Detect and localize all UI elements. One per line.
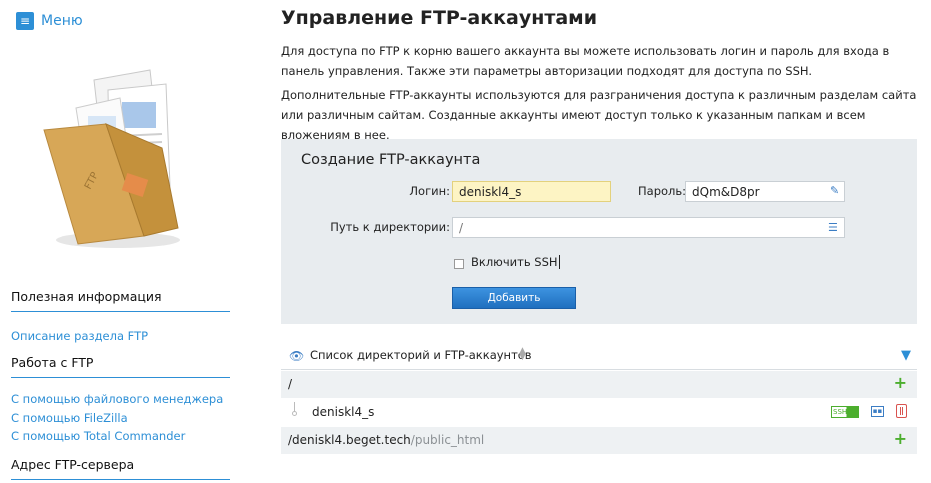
section-heading: Работа с FTP [11,355,230,378]
directory-path-main: /deniskl4.beget.tech [288,433,411,447]
directory-path: /deniskl4.beget.tech/public_html [288,433,484,447]
create-panel-title: Создание FTP-аккаунта [301,152,481,168]
link-total-commander[interactable]: С помощью Total Commander [11,427,230,446]
ssh-checkbox[interactable] [454,259,464,269]
path-label: Путь к директории: [330,220,450,234]
ssh-checkbox-label: Включить SSH [471,255,560,269]
link-ftp-description[interactable]: Описание раздела FTP [11,327,230,346]
password-input[interactable] [685,181,845,202]
section-heading: Полезная информация [11,289,230,312]
create-account-panel: Создание FTP-аккаунта Логин: Пароль: ✎ П… [281,139,917,324]
login-label: Логин: [409,184,450,198]
add-account-plus-icon[interactable]: + [894,375,907,391]
login-input[interactable] [452,181,611,202]
add-button[interactable]: Добавить [452,287,576,309]
section-useful-info: Полезная информация Описание раздела FTP [11,289,230,346]
page-title: Управление FTP-аккаунтами [281,7,598,29]
password-label: Пароль: [638,184,687,198]
link-file-manager[interactable]: С помощью файлового менеджера [11,390,230,409]
directory-row: / + [281,371,917,398]
delete-account-icon[interactable] [896,404,907,418]
list-title: Список директорий и FTP-аккаунтов [310,348,532,362]
hamburger-icon: ≡ [16,12,34,30]
section-work-with-ftp: Работа с FTP С помощью файлового менедже… [11,355,230,446]
link-filezilla[interactable]: С помощью FileZilla [11,409,230,428]
add-account-plus-icon[interactable]: + [894,431,907,447]
menu-button[interactable]: ≡ Меню [16,12,83,30]
filter-icon[interactable]: ▼ [901,348,911,363]
directory-path: / [288,377,293,391]
menu-label: Меню [41,13,83,29]
section-heading: Адрес FTP-сервера [11,457,230,480]
path-input[interactable] [452,217,845,238]
description-paragraph-2: Дополнительные FTP-аккаунты используются… [281,88,917,142]
ssh-toggle-icon[interactable]: SSH [831,406,859,418]
description-paragraph-1: Для доступа по FTP к корню вашего аккаун… [281,44,890,78]
directory-path-suffix: /public_html [410,433,485,447]
section-ftp-server-address: Адрес FTP-сервера [11,457,230,480]
sort-arrows-icon[interactable]: ▲ ▼ [519,347,526,362]
ftp-folder-illustration: FTP [43,69,180,248]
tree-node-icon [292,411,297,416]
account-name: deniskl4_s [312,405,375,419]
account-row: deniskl4_s SSH ▪▪ [281,399,917,426]
generate-password-icon[interactable]: ✎ [830,184,839,197]
directory-row: /deniskl4.beget.tech/public_html + [281,427,917,454]
eye-icon[interactable]: 👁 [289,349,304,363]
list-header: 👁 Список директорий и FTP-аккаунтов ▲ ▼ ▼ [281,342,917,370]
sidebar: ≡ Меню FTP Полезная информация Описание … [0,0,240,483]
edit-account-icon[interactable]: ▪▪ [871,406,884,417]
browse-directory-icon[interactable]: ☰ [828,221,838,234]
